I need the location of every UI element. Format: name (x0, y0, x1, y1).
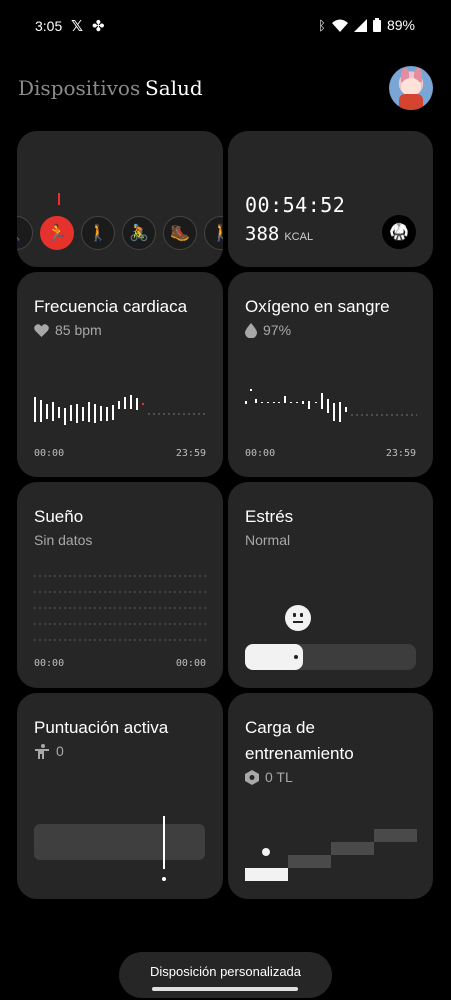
chart-end-label: 23:59 (385, 448, 416, 459)
training-load-value: 0 TL (265, 769, 293, 785)
heart-rate-chart (34, 395, 206, 425)
running-icon[interactable]: 🏃 (40, 216, 74, 250)
card-title: Estrés (245, 507, 294, 526)
active-score-marker (162, 877, 166, 881)
stress-value: Normal (245, 532, 291, 548)
droplet-icon (245, 322, 257, 338)
pinwheel-app-icon: ✤ (92, 18, 105, 35)
blood-oxygen-chart (245, 389, 417, 422)
active-score-card[interactable]: Puntuación activa 0 (17, 693, 223, 899)
training-load-chart (245, 829, 417, 881)
training-load-value-row: 0 TL (245, 769, 293, 785)
active-score-value-row: 0 (34, 743, 64, 759)
active-score-target-line (163, 816, 165, 869)
exercise-person-icon (35, 743, 49, 759)
heart-rate-value-row: 85 bpm (34, 322, 102, 338)
activity-type-carousel[interactable]: 🚶 🏃 🚶 🚴 🥾 🚶 (17, 216, 223, 250)
hiking-stick-icon[interactable]: 🥾 (163, 216, 197, 250)
x-app-icon: 𝕏 (71, 18, 84, 35)
battery-percent: 89% (386, 17, 415, 33)
cycling-icon[interactable]: 🚴 (122, 216, 156, 250)
hiking-icon[interactable]: 🚶 (17, 216, 33, 250)
stress-card[interactable]: Estrés Normal (228, 482, 433, 688)
blood-oxygen-card[interactable]: Oxígeno en sangre 97% 00:00 23:59 (228, 272, 433, 477)
walking-icon[interactable]: 🚶 (81, 216, 115, 250)
chart-start-label: 00:00 (34, 658, 65, 669)
training-load-card[interactable]: Carga de entrenamiento 0 TL (228, 693, 433, 899)
active-score-bar (34, 824, 205, 860)
custom-layout-button[interactable]: Disposición personalizada (119, 952, 332, 998)
card-title: Frecuencia cardiaca (34, 297, 188, 316)
heart-icon (34, 323, 49, 337)
hexagon-icon (245, 769, 259, 785)
card-title: Puntuación activa (34, 718, 169, 737)
chart-start-label: 00:00 (245, 448, 276, 459)
martial-arts-icon[interactable]: 🥋 (382, 215, 416, 249)
bluetooth-icon: ᛒ (318, 17, 326, 33)
sleep-chart (34, 575, 206, 641)
stress-level-bar (245, 644, 416, 670)
kcal-value: 388 (245, 223, 280, 245)
top-tabs: Dispositivos Salud (0, 60, 451, 120)
tab-dispositivos[interactable]: Dispositivos (18, 76, 140, 100)
workout-card[interactable]: 00:54:52 388 KCAL 🥋 (228, 131, 433, 267)
sleep-value: Sin datos (34, 532, 93, 548)
heart-rate-card[interactable]: Frecuencia cardiaca 85 bpm 00:00 23:59 (17, 272, 223, 477)
custom-layout-label: Disposición personalizada (149, 963, 302, 979)
signal-icon (353, 18, 367, 32)
stress-level-marker (294, 655, 298, 659)
neutral-face-icon (285, 605, 311, 631)
chart-end-label: 23:59 (175, 448, 206, 459)
blood-oxygen-value-row: 97% (245, 322, 291, 338)
chart-end-label: 00:00 (175, 658, 206, 669)
status-time: 3:05 (35, 18, 63, 34)
walking-icon[interactable]: 🚶 (204, 216, 223, 250)
current-activity-marker (58, 193, 60, 205)
blood-oxygen-value: 97% (263, 322, 292, 338)
kcal-unit: KCAL (284, 231, 314, 243)
battery-icon (372, 18, 381, 32)
heart-rate-value: 85 bpm (55, 322, 102, 338)
status-icons: ᛒ 89% (318, 17, 415, 33)
card-title: Carga de entrenamiento (245, 718, 354, 763)
status-bar: 3:05 𝕏 ✤ ᛒ 89% (0, 0, 451, 52)
workout-calories: 388 KCAL (245, 223, 313, 245)
wifi-icon (331, 19, 348, 32)
avatar[interactable] (389, 66, 433, 110)
chart-start-label: 00:00 (34, 448, 65, 459)
card-title: Oxígeno en sangre (245, 297, 390, 316)
sleep-card[interactable]: Sueño Sin datos 00:00 00:00 (17, 482, 223, 688)
active-score-value: 0 (56, 743, 64, 759)
card-title: Sueño (34, 507, 84, 526)
tab-salud[interactable]: Salud (145, 76, 203, 100)
activity-type-card[interactable]: 🚶 🏃 🚶 🚴 🥾 🚶 (17, 131, 223, 267)
gesture-navigation-bar[interactable] (152, 987, 298, 991)
workout-duration: 00:54:52 (245, 193, 346, 217)
